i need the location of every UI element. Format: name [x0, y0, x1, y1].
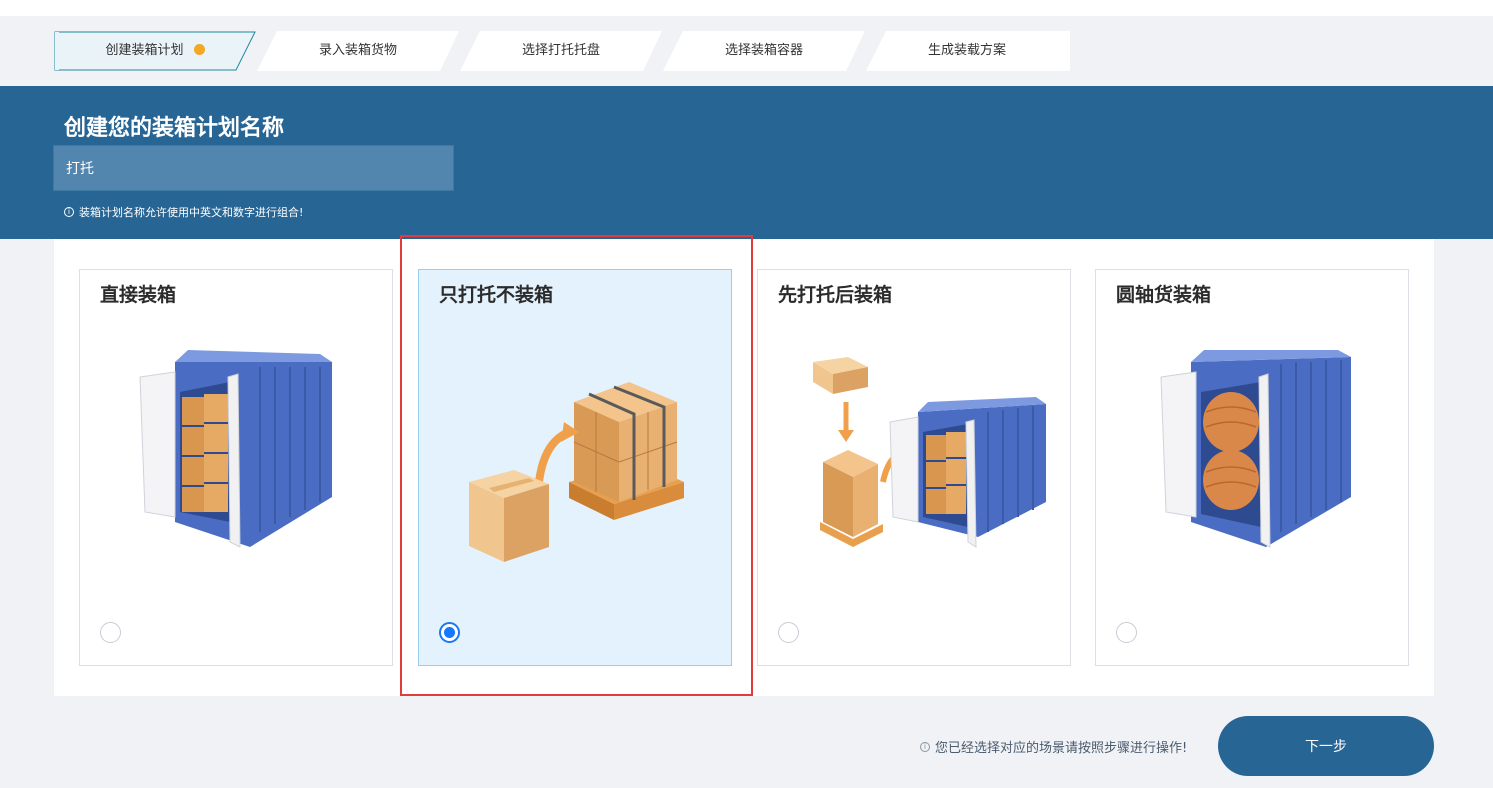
- step-select-container[interactable]: 选择装箱容器: [663, 31, 865, 71]
- step-bar: 创建装箱计划 录入装箱货物 选择打托托盘 选择装箱容器 生成装载方案: [54, 31, 1070, 71]
- next-step-button[interactable]: 下一步: [1218, 716, 1434, 776]
- step-generate-plan[interactable]: 生成装载方案: [866, 31, 1070, 71]
- scenario-radio[interactable]: [778, 622, 799, 643]
- pallet-container-illustration-icon: [778, 332, 1052, 582]
- step-label: 创建装箱计划: [105, 43, 184, 58]
- roll-container-illustration-icon: [1116, 332, 1390, 582]
- active-dot-icon: [193, 44, 205, 55]
- pallet-boxes-illustration-icon: [439, 332, 713, 582]
- scenario-radio[interactable]: [100, 622, 121, 643]
- step-select-pallet[interactable]: 选择打托托盘: [460, 31, 662, 71]
- top-strip: [0, 0, 1493, 16]
- step-create-plan[interactable]: 创建装箱计划: [54, 31, 256, 71]
- plan-name-input[interactable]: [53, 145, 454, 191]
- container-illustration-icon: [100, 332, 374, 582]
- step-enter-goods[interactable]: 录入装箱货物: [257, 31, 459, 71]
- card-title: 只打托不装箱: [439, 284, 554, 306]
- step-label: 选择打托托盘: [521, 43, 600, 58]
- card-title: 先打托后装箱: [778, 284, 893, 306]
- footer-hint-text: 您已经选择对应的场景请按照步骤进行操作!: [935, 741, 1188, 756]
- scenario-card-pallet-only[interactable]: 只打托不装箱: [418, 269, 732, 666]
- step-label: 录入装箱货物: [318, 43, 397, 58]
- footer-hint: i 您已经选择对应的场景请按照步骤进行操作!: [920, 737, 1187, 756]
- plan-name-banner: 创建您的装箱计划名称 i 装箱计划名称允许使用中英文和数字进行组合!: [0, 86, 1493, 239]
- card-title: 直接装箱: [100, 284, 177, 306]
- info-icon: i: [64, 207, 74, 217]
- scenario-radio[interactable]: [439, 622, 460, 643]
- scenario-radio[interactable]: [1116, 622, 1137, 643]
- scenario-card-pallet-then-pack[interactable]: 先打托后装箱: [757, 269, 1071, 666]
- banner-hint-text: 装箱计划名称允许使用中英文和数字进行组合!: [79, 206, 304, 219]
- step-label: 生成装载方案: [927, 43, 1006, 58]
- info-icon: i: [920, 741, 930, 752]
- scenario-card-roll-cargo[interactable]: 圆轴货装箱: [1095, 269, 1409, 666]
- banner-hint: i 装箱计划名称允许使用中英文和数字进行组合!: [64, 204, 303, 220]
- card-title: 圆轴货装箱: [1116, 284, 1212, 306]
- scenario-card-direct[interactable]: 直接装箱: [79, 269, 393, 666]
- banner-title: 创建您的装箱计划名称: [64, 116, 285, 141]
- step-label: 选择装箱容器: [724, 43, 803, 58]
